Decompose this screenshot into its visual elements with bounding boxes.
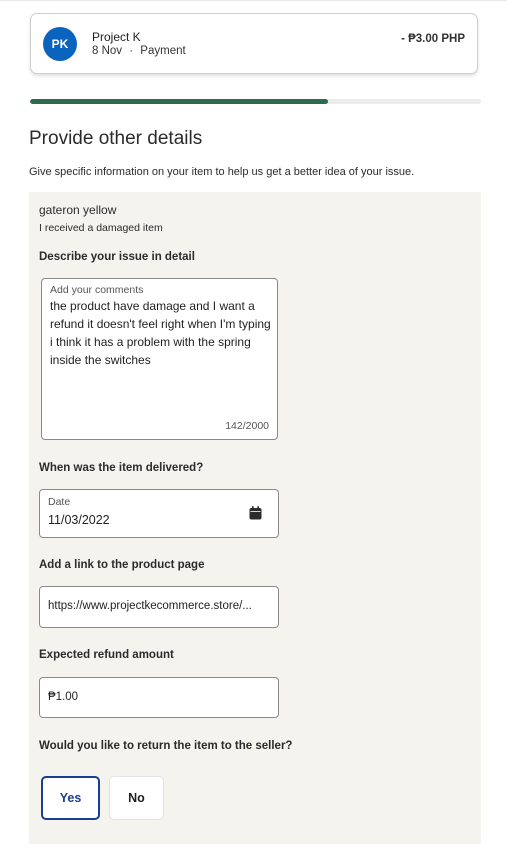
- item-name: gateron yellow: [39, 203, 117, 217]
- date-value[interactable]: 11/03/2022: [48, 513, 110, 527]
- return-question-label: Would you like to return the item to the…: [39, 740, 293, 752]
- top-divider: [0, 0, 507, 1]
- comments-field-label: Add your comments: [50, 284, 144, 296]
- date-field[interactable]: Date 11/03/2022: [39, 489, 279, 538]
- no-button[interactable]: No: [109, 776, 164, 820]
- merchant-avatar: PK: [43, 27, 77, 61]
- product-link-input[interactable]: https://www.projectkecommerce.store/...: [39, 586, 279, 628]
- details-panel: gateron yellow I received a damaged item…: [29, 192, 481, 844]
- describe-label: Describe your issue in detail: [39, 251, 195, 263]
- date-field-label: Date: [48, 496, 71, 508]
- merchant-name: Project K: [92, 30, 141, 44]
- character-count: 142/2000: [225, 420, 269, 432]
- transaction-date: 8 Nov: [92, 45, 123, 57]
- transaction-amount: - ₱3.00 PHP: [401, 33, 465, 45]
- refund-amount-input[interactable]: ₱1.00: [39, 677, 279, 718]
- transaction-meta: 8 Nov · Payment: [92, 45, 186, 57]
- calendar-icon[interactable]: [249, 506, 262, 520]
- product-link-value[interactable]: https://www.projectkecommerce.store/...: [48, 600, 270, 612]
- transaction-card: PK Project K 8 Nov · Payment - ₱3.00 PHP: [30, 13, 478, 74]
- delivered-label: When was the item delivered?: [39, 462, 204, 474]
- progress-fill: [30, 99, 328, 104]
- comments-value[interactable]: the product have damage and I want a ref…: [50, 297, 272, 369]
- page-subtitle: Give specific information on your item t…: [29, 166, 415, 178]
- progress-bar: [30, 99, 481, 104]
- meta-separator: ·: [129, 45, 134, 57]
- page-title: Provide other details: [29, 128, 203, 149]
- product-link-label: Add a link to the product page: [39, 559, 205, 571]
- yes-button[interactable]: Yes: [41, 776, 100, 820]
- refund-label: Expected refund amount: [39, 649, 174, 661]
- transaction-type: Payment: [140, 45, 186, 57]
- item-reason: I received a damaged item: [39, 222, 163, 234]
- comments-textarea[interactable]: Add your comments the product have damag…: [41, 278, 278, 440]
- refund-amount-value[interactable]: ₱1.00: [48, 691, 270, 703]
